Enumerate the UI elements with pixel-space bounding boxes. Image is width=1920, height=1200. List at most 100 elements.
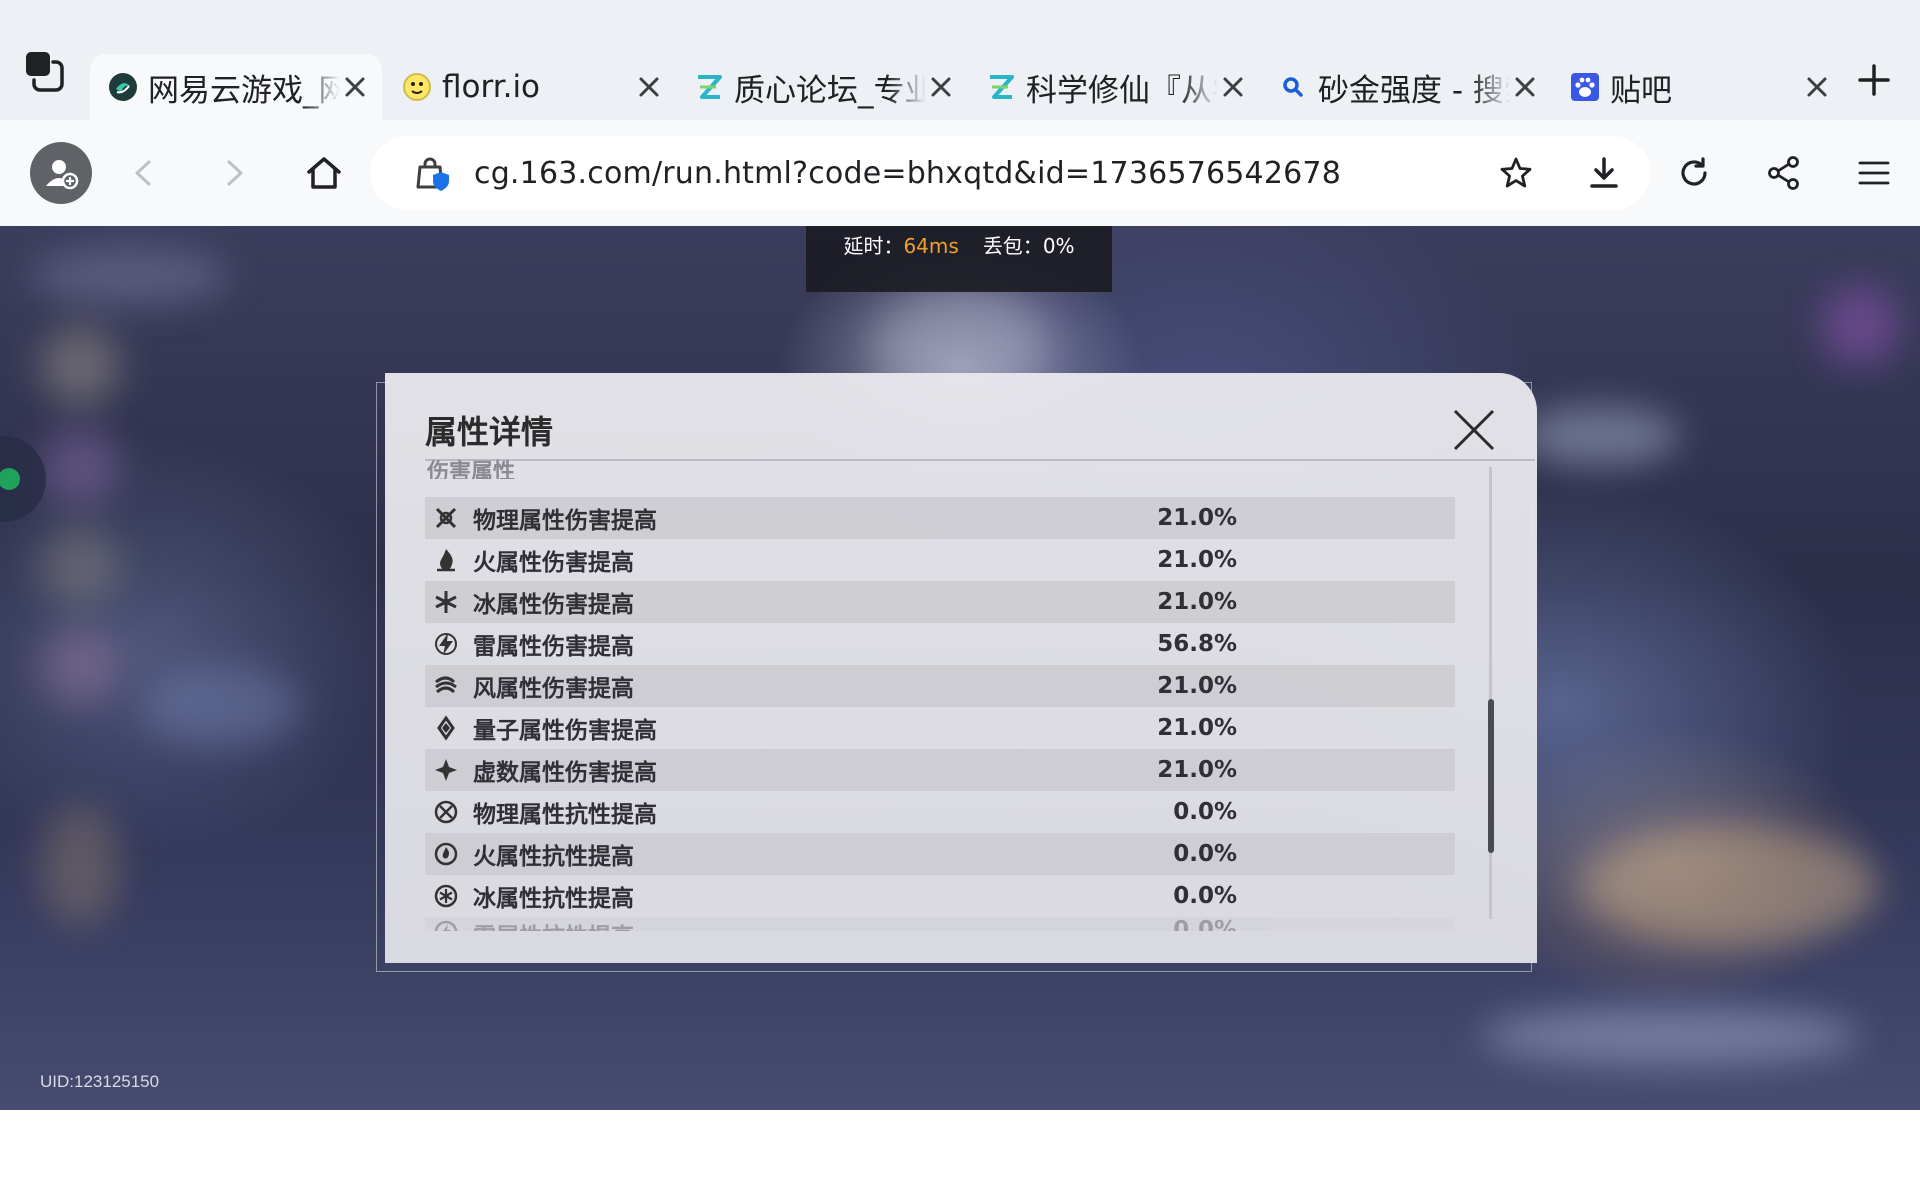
attribute-value: 21.0%: [1157, 757, 1237, 783]
attribute-name: 雷属性抗性提高: [473, 917, 1073, 931]
tab-florr[interactable]: florr.io: [384, 54, 676, 120]
new-tab-plus-icon[interactable]: [1854, 60, 1894, 100]
lightning-icon: [431, 629, 461, 659]
tab-search[interactable]: 砂金强度 - 搜索: [1260, 54, 1552, 120]
fire-res-icon: [431, 839, 461, 869]
attribute-value: 0.0%: [1173, 883, 1237, 909]
tab-title: 科学修仙『从零开始』: [1026, 72, 1218, 109]
list-item: 火属性伤害提高 21.0%: [425, 539, 1455, 581]
attribute-value: 21.0%: [1157, 715, 1237, 741]
netease-cloud-game-icon: [108, 72, 138, 102]
profile-avatar-icon[interactable]: [30, 142, 92, 204]
reload-icon[interactable]: [1666, 145, 1722, 201]
tab-science-cultivation[interactable]: 科学修仙『从零开始』: [968, 54, 1260, 120]
attribute-list[interactable]: 物理属性伤害提高 21.0% 火属性伤害提高 21.0% 冰属性伤害提高 21.…: [425, 497, 1455, 931]
zhixin-z-icon: [986, 72, 1016, 102]
attribute-name: 火属性伤害提高: [473, 550, 634, 576]
background-blur: [140, 666, 300, 746]
security-shield-icon[interactable]: [410, 153, 450, 193]
tab-title: 网易云游戏_网易云游戏平台: [148, 72, 340, 109]
lightning-res-icon: [431, 917, 461, 931]
background-blur: [40, 806, 120, 926]
section-heading: 伤害属性: [427, 460, 516, 479]
packet-loss-stat: 丢包：0%: [982, 234, 1075, 258]
list-item: 雷属性伤害提高 56.8%: [425, 623, 1455, 665]
tab-title: florr.io: [442, 69, 541, 105]
attribute-name: 物理属性抗性提高: [473, 802, 657, 828]
list-item: 物理属性抗性提高 0.0%: [425, 791, 1455, 833]
tab-switcher-icon[interactable]: [20, 48, 68, 96]
back-arrow-icon[interactable]: [116, 145, 172, 201]
tab-zhixin-forum[interactable]: 质心论坛_专业的科学讨论社区: [676, 54, 968, 120]
player-uid: UID:123125150: [40, 1072, 160, 1091]
tab-strip: 网易云游戏_网易云游戏平台 florr.io 质心论坛_专业的科学讨论社区 科学…: [0, 0, 1920, 120]
browser-toolbar: cg.163.com/run.html?code=bhxqtd&id=17365…: [0, 120, 1920, 226]
attribute-name: 虚数属性伤害提高: [473, 760, 657, 786]
list-item: 火属性抗性提高 0.0%: [425, 833, 1455, 875]
attribute-value: 0.0%: [1173, 841, 1237, 867]
list-item: 雷属性抗性提高 0.0%: [425, 917, 1455, 931]
attribute-value: 21.0%: [1157, 589, 1237, 615]
attribute-name: 物理属性伤害提高: [473, 508, 657, 534]
scrollbar-thumb[interactable]: [1488, 699, 1494, 853]
baidu-paw-icon: [1570, 72, 1600, 102]
attribute-name: 火属性抗性提高: [473, 844, 634, 870]
attribute-name: 量子属性伤害提高: [473, 718, 657, 744]
list-item: 风属性伤害提高 21.0%: [425, 665, 1455, 707]
dialog-title: 属性详情: [425, 413, 554, 451]
latency-stat: 延时：64ms: [843, 234, 959, 258]
download-icon[interactable]: [1576, 145, 1632, 201]
quantum-icon: [431, 713, 461, 743]
wind-icon: [431, 671, 461, 701]
attribute-value: 21.0%: [1157, 547, 1237, 573]
physical-icon: [431, 503, 461, 533]
divider: [425, 459, 1535, 461]
list-item: 物理属性伤害提高 21.0%: [425, 497, 1455, 539]
close-icon[interactable]: [1451, 407, 1497, 453]
close-icon[interactable]: [1218, 72, 1248, 102]
home-icon[interactable]: [296, 145, 352, 201]
tab-netease-cloud-game[interactable]: 网易云游戏_网易云游戏平台: [90, 54, 382, 120]
game-viewport[interactable]: 延时：64ms 丢包：0% 属性详情 伤害属性 物理属性伤害提高 21.0% 火…: [0, 226, 1920, 1110]
page-bottom-area: [0, 1110, 1920, 1200]
search-icon: [1278, 72, 1308, 102]
zhixin-z-icon: [694, 72, 724, 102]
background-blur: [40, 426, 120, 506]
physical-res-icon: [431, 797, 461, 827]
background-blur: [1580, 826, 1880, 946]
close-icon[interactable]: [340, 72, 370, 102]
smiley-icon: [402, 72, 432, 102]
background-blur: [30, 246, 230, 306]
background-blur: [40, 626, 120, 706]
network-stats: 延时：64ms 丢包：0%: [806, 226, 1112, 292]
list-item: 虚数属性伤害提高 21.0%: [425, 749, 1455, 791]
tab-title: 贴吧: [1610, 72, 1672, 109]
background-blur: [1480, 1006, 1860, 1066]
menu-hamburger-icon[interactable]: [1846, 145, 1902, 201]
attribute-name: 冰属性伤害提高: [473, 592, 634, 618]
list-item: 冰属性抗性提高 0.0%: [425, 875, 1455, 917]
address-bar[interactable]: cg.163.com/run.html?code=bhxqtd&id=17365…: [370, 136, 1650, 210]
forward-arrow-icon[interactable]: [206, 145, 262, 201]
floating-assist-button[interactable]: [0, 436, 46, 522]
latency-value: 64ms: [903, 234, 959, 258]
attribute-value: 21.0%: [1157, 505, 1237, 531]
list-item: 冰属性伤害提高 21.0%: [425, 581, 1455, 623]
status-dot: [0, 468, 20, 490]
fire-icon: [431, 545, 461, 575]
close-icon[interactable]: [1802, 72, 1832, 102]
close-icon[interactable]: [634, 72, 664, 102]
bookmark-star-icon[interactable]: [1488, 145, 1544, 201]
share-icon[interactable]: [1756, 145, 1812, 201]
packet-loss-value: 0%: [1042, 234, 1075, 258]
close-icon[interactable]: [1510, 72, 1540, 102]
close-icon[interactable]: [926, 72, 956, 102]
attribute-value: 56.8%: [1157, 631, 1237, 657]
tab-tieba[interactable]: 贴吧: [1552, 54, 1844, 120]
attribute-name: 雷属性伤害提高: [473, 634, 634, 660]
attribute-name: 风属性伤害提高: [473, 676, 634, 702]
background-blur: [40, 326, 120, 406]
tab-title: 砂金强度 - 搜索: [1318, 72, 1510, 109]
background-blur: [1520, 406, 1680, 466]
background-blur: [40, 526, 120, 606]
